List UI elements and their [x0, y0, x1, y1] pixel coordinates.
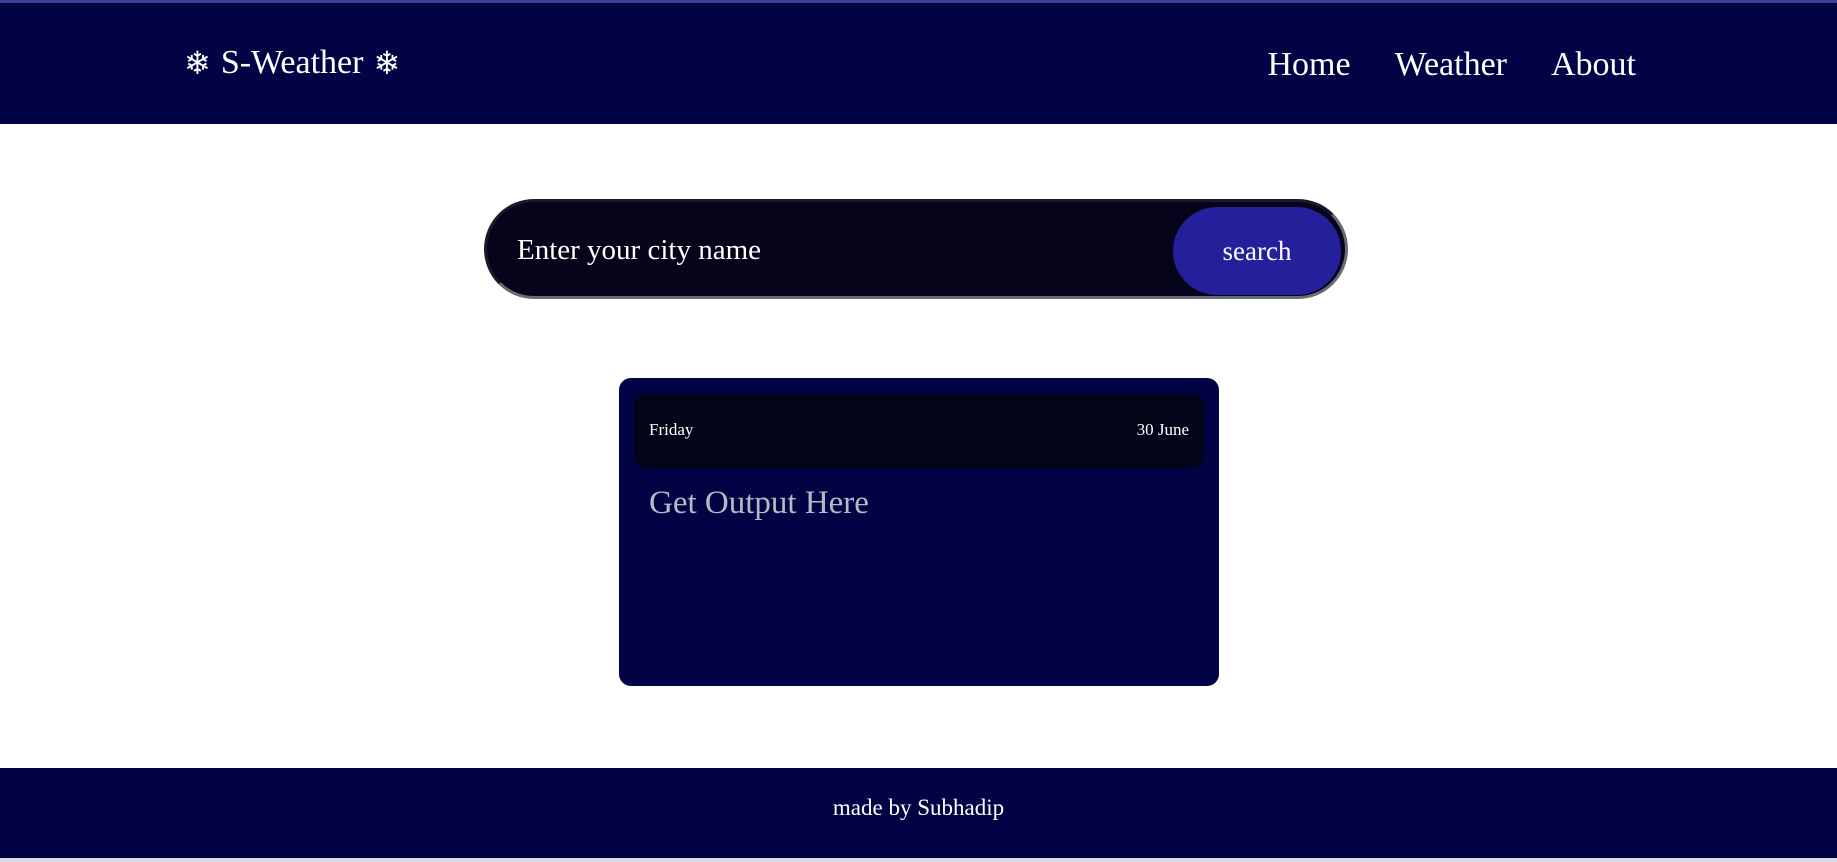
brand-title: S-Weather [220, 44, 364, 81]
footer-credit: made by Subhadip [832, 795, 1005, 820]
navbar: ❄ S-Weather ❄ Home Weather About [0, 3, 1837, 124]
weather-card: Friday 30 June Get Output Here [619, 378, 1219, 686]
nav-weather-link[interactable]: Weather [1395, 45, 1507, 85]
search-button[interactable]: search [1173, 207, 1341, 295]
date-label: 30 June [1136, 420, 1189, 439]
nav-links: Home Weather About [1223, 45, 1636, 85]
day-label: Friday [649, 420, 694, 439]
weather-output-text: Get Output Here [649, 485, 869, 521]
search-bar: search [484, 199, 1348, 299]
nav-home-link[interactable]: Home [1267, 45, 1350, 85]
snowflake-icon: ❄ [184, 45, 211, 81]
footer: made by Subhadip [0, 768, 1837, 858]
city-search-input[interactable] [517, 220, 1157, 280]
brand-logo[interactable]: ❄ S-Weather ❄ [184, 43, 400, 83]
snowflake-icon: ❄ [373, 45, 401, 81]
weather-card-header: Friday 30 June [634, 394, 1204, 468]
nav-about-link[interactable]: About [1551, 45, 1636, 85]
bottom-edge [0, 858, 1837, 862]
